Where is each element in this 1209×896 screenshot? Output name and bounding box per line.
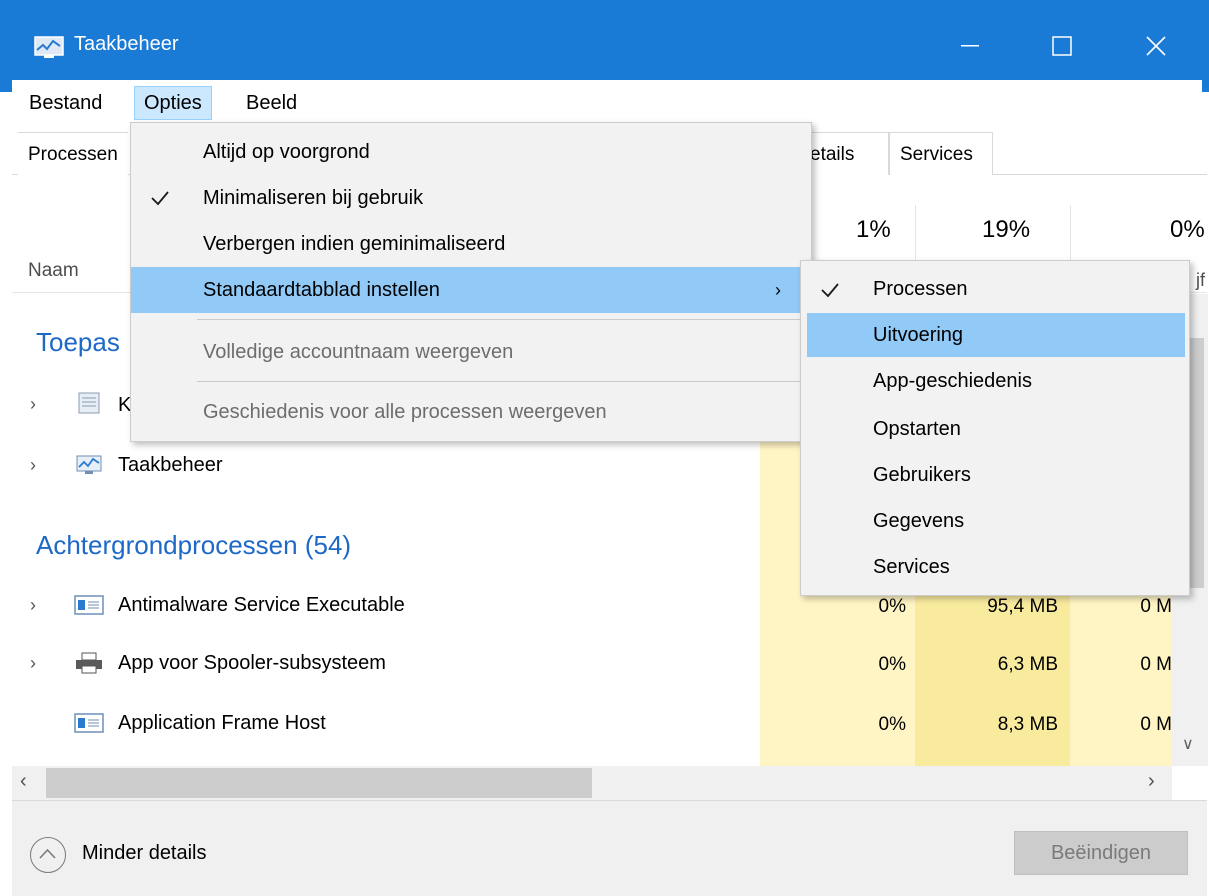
- maximize-icon: [1052, 36, 1072, 56]
- menu-item-history-all-processes[interactable]: Geschiedenis voor alle processen weergev…: [131, 389, 811, 435]
- fewer-details-label[interactable]: Minder details: [82, 842, 207, 865]
- menu-item-label: Minimaliseren bij gebruik: [203, 187, 424, 209]
- expand-chevron-icon[interactable]: ›: [30, 394, 36, 415]
- service-window-icon: [74, 713, 104, 733]
- column-header-name[interactable]: Naam: [28, 260, 79, 282]
- menu-item-label: Geschiedenis voor alle processen weergev…: [203, 401, 607, 423]
- process-name[interactable]: Antimalware Service Executable: [118, 594, 405, 617]
- submenu-item-label: Gebruikers: [873, 464, 971, 486]
- menu-separator: [197, 381, 803, 382]
- section-apps: Toepas: [36, 327, 120, 357]
- horizontal-scrollbar-thumb[interactable]: [46, 768, 592, 798]
- submenu-item-label: App-geschiedenis: [873, 370, 1032, 392]
- column-header-cpu[interactable]: 1%: [856, 216, 891, 244]
- chevron-down-icon[interactable]: ∨: [1182, 734, 1194, 754]
- menu-item-set-default-tab[interactable]: Standaardtabblad instellen ›: [131, 267, 811, 313]
- cpu-value: 0%: [878, 596, 906, 617]
- menu-item-full-account-name[interactable]: Volledige accountnaam weergeven: [131, 329, 811, 375]
- checkmark-icon: [821, 283, 839, 298]
- printer-icon: [76, 652, 102, 674]
- expand-chevron-icon[interactable]: ›: [30, 653, 36, 674]
- default-tab-submenu: Processen Uitvoering App-geschiedenis Op…: [800, 260, 1190, 596]
- chevron-left-icon[interactable]: ‹: [20, 770, 27, 793]
- fewer-details-button[interactable]: [30, 837, 66, 873]
- process-name[interactable]: App voor Spooler-subsysteem: [118, 652, 386, 675]
- menu-item-label: Standaardtabblad instellen: [203, 279, 440, 301]
- horizontal-scrollbar[interactable]: ‹ ›: [12, 766, 1172, 800]
- tab-details[interactable]: etails: [800, 132, 889, 175]
- tab-services[interactable]: Services: [889, 132, 993, 175]
- notepad-icon: [78, 392, 100, 414]
- service-window-icon: [74, 595, 104, 615]
- submenu-item-gegevens[interactable]: Gegevens: [807, 499, 1185, 543]
- disk-value: 0 M: [1140, 654, 1172, 675]
- title-bar: Taakbeheer: [0, 0, 1209, 92]
- process-name[interactable]: Taakbeheer: [118, 454, 223, 477]
- submenu-item-uitvoering[interactable]: Uitvoering: [807, 313, 1185, 357]
- column-header-disk[interactable]: 0%: [1170, 216, 1205, 244]
- menu-item-always-on-top[interactable]: Altijd op voorgrond: [131, 129, 811, 175]
- expand-chevron-icon[interactable]: ›: [30, 595, 36, 616]
- menu-item-minimize-on-use[interactable]: Minimaliseren bij gebruik: [131, 175, 811, 221]
- menu-item-label: Altijd op voorgrond: [203, 141, 370, 163]
- checkmark-icon: [151, 191, 169, 206]
- submenu-item-app-geschiedenis[interactable]: App-geschiedenis: [807, 359, 1185, 403]
- maximize-button[interactable]: [1032, 20, 1092, 72]
- memory-value: 6,3 MB: [997, 654, 1058, 675]
- column-header-disk-suffix: jf: [1196, 270, 1205, 290]
- menu-item-label: Verbergen indien geminimaliseerd: [203, 233, 506, 255]
- memory-value: 95,4 MB: [987, 596, 1058, 617]
- menu-separator: [197, 319, 803, 320]
- menu-item-label: Volledige accountnaam weergeven: [203, 341, 514, 363]
- chevron-up-icon: [39, 848, 56, 859]
- chevron-right-icon: ›: [775, 280, 781, 300]
- tab-processen[interactable]: Processen: [18, 132, 128, 175]
- window-title: Taakbeheer: [74, 33, 179, 55]
- process-name[interactable]: Application Frame Host: [118, 712, 326, 735]
- task-manager-icon: [34, 36, 64, 58]
- menu-opties[interactable]: Opties: [134, 86, 212, 120]
- options-menu: Altijd op voorgrond Minimaliseren bij ge…: [130, 122, 812, 442]
- cpu-value: 0%: [878, 714, 906, 735]
- submenu-item-opstarten[interactable]: Opstarten: [807, 407, 1185, 451]
- menu-beeld[interactable]: Beeld: [237, 86, 306, 120]
- submenu-item-label: Gegevens: [873, 510, 965, 532]
- menu-bar: Bestand Opties Beeld: [12, 80, 1202, 122]
- cpu-value: 0%: [878, 654, 906, 675]
- close-button[interactable]: [1126, 20, 1186, 72]
- task-manager-icon: [76, 455, 102, 474]
- minimize-button[interactable]: [940, 20, 1000, 72]
- end-task-button[interactable]: Beëindigen: [1014, 831, 1188, 875]
- menu-bestand[interactable]: Bestand: [20, 86, 111, 120]
- disk-value: 0 M: [1140, 596, 1172, 617]
- chevron-right-icon[interactable]: ›: [1148, 770, 1155, 793]
- disk-value: 0 M: [1140, 714, 1172, 735]
- submenu-item-label: Processen: [873, 278, 968, 300]
- submenu-item-label: Services: [873, 556, 950, 578]
- column-header-memory[interactable]: 19%: [982, 216, 1030, 244]
- submenu-item-processen[interactable]: Processen: [807, 267, 1185, 311]
- menu-item-hide-when-minimized[interactable]: Verbergen indien geminimaliseerd: [131, 221, 811, 267]
- submenu-item-gebruikers[interactable]: Gebruikers: [807, 453, 1185, 497]
- submenu-item-label: Uitvoering: [873, 324, 964, 346]
- section-background-processes: Achtergrondprocessen (54): [36, 530, 352, 560]
- memory-value: 8,3 MB: [997, 714, 1058, 735]
- close-icon: [1146, 36, 1166, 56]
- expand-chevron-icon[interactable]: ›: [30, 455, 36, 476]
- minimize-icon: [961, 45, 979, 47]
- submenu-item-label: Opstarten: [873, 418, 961, 440]
- submenu-item-services[interactable]: Services: [807, 545, 1185, 589]
